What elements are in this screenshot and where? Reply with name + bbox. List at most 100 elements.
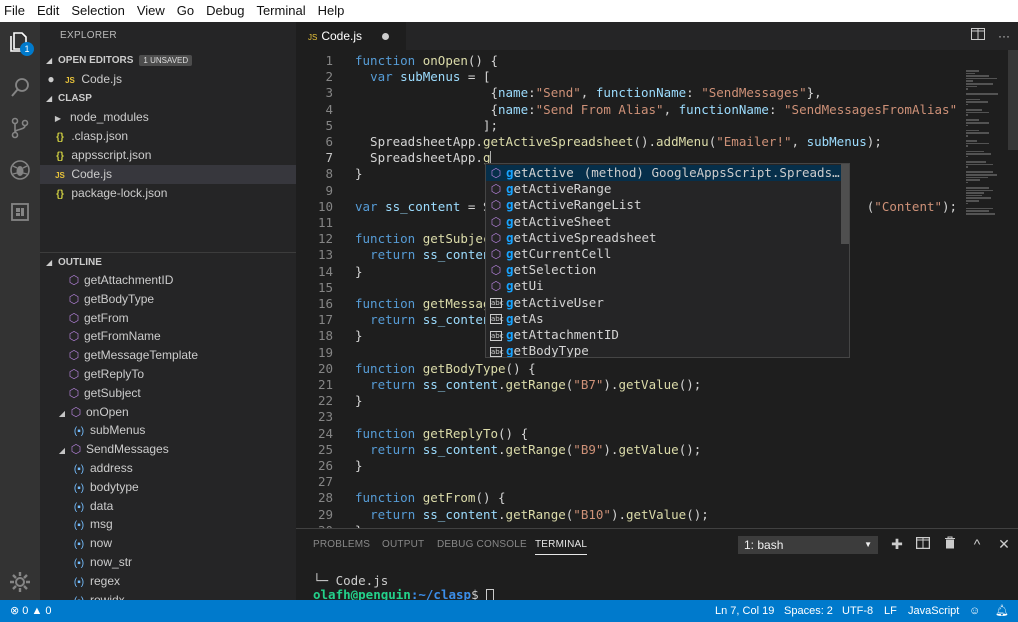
- outline-item[interactable]: (▪) bodytype: [40, 478, 296, 497]
- file-item-appsscript-json[interactable]: {} appsscript.json: [40, 146, 296, 165]
- outline-item-label: getReplyTo: [84, 367, 145, 381]
- suggestion-match: g: [506, 213, 514, 229]
- encoding-status[interactable]: UTF-8: [842, 600, 873, 622]
- suggestion-item[interactable]: ⬡ getActive (method) GoogleAppsScript.Spre…: [486, 165, 849, 182]
- code-text: SpreadsheetApp.getActiveSpreadsheet().ad…: [355, 134, 882, 149]
- suggest-widget[interactable]: ⬡ getActive (method) GoogleAppsScript.Spre…: [485, 163, 850, 358]
- tab-problems[interactable]: PROBLEMS: [313, 539, 370, 550]
- search-icon[interactable]: [0, 68, 40, 108]
- outline-item[interactable]: (▪) now_str: [40, 553, 296, 572]
- tab-terminal[interactable]: TERMINAL: [535, 539, 588, 555]
- extensions-icon[interactable]: [0, 192, 40, 232]
- outline-item[interactable]: ⬡ getReplyTo: [40, 365, 296, 384]
- menu-item-selection[interactable]: Selection: [65, 0, 130, 22]
- cursor-position[interactable]: Ln 7, Col 19: [715, 600, 774, 622]
- gear-icon[interactable]: [0, 562, 40, 602]
- suggestion-item[interactable]: ⬡ getActiveSpreadsheet: [486, 230, 849, 246]
- file-item-clasp-json[interactable]: {} .clasp.json: [40, 127, 296, 146]
- suggestion-item[interactable]: abc getAs: [486, 311, 849, 327]
- suggest-scrollbar[interactable]: [841, 164, 849, 244]
- tab-output[interactable]: OUTPUT: [382, 539, 424, 550]
- outline-item-label: data: [90, 498, 114, 513]
- suggestion-item[interactable]: abc getActiveUser: [486, 295, 849, 311]
- outline-item[interactable]: ⬡ getBodyType: [40, 290, 296, 309]
- method-cube-icon: ⬡: [68, 348, 80, 363]
- suggestion-item[interactable]: abc getBodyType: [486, 343, 849, 357]
- menu-item-help[interactable]: Help: [312, 0, 351, 22]
- outline-item[interactable]: ⬡ getMessageTemplate: [40, 346, 296, 365]
- outline-item[interactable]: ⬡ getFrom: [40, 309, 296, 328]
- status-bar: ⊗ 0 ▲ 0 Ln 7, Col 19 Spaces: 2 UTF-8 LF …: [0, 600, 1018, 622]
- outline-header[interactable]: ◢ OUTLINE: [40, 252, 296, 271]
- text-word-icon: abc: [490, 298, 504, 309]
- line-number: 14: [317, 263, 333, 279]
- maximize-panel-icon[interactable]: ^: [968, 535, 986, 553]
- file-item-package-lock-json[interactable]: {} package-lock.json: [40, 184, 296, 203]
- indentation-status[interactable]: Spaces: 2: [784, 600, 833, 622]
- minimap-line: [966, 83, 993, 85]
- source-control-icon[interactable]: [0, 108, 40, 148]
- outline-item[interactable]: ⬡ getFromName: [40, 327, 296, 346]
- outline-item[interactable]: ⬡ getAttachmentID: [40, 271, 296, 290]
- tab-debug-console[interactable]: DEBUG CONSOLE: [437, 539, 527, 550]
- unsaved-dot-icon[interactable]: [382, 33, 389, 40]
- file-item-code-js[interactable]: JS Code.js: [40, 165, 296, 184]
- trash-icon[interactable]: [941, 535, 959, 553]
- add-terminal-icon[interactable]: ✚: [888, 535, 906, 553]
- notifications-bell-icon[interactable]: 🔔︎: [995, 600, 1009, 622]
- eol-status[interactable]: LF: [884, 600, 897, 622]
- terminal-select[interactable]: 1: bash ▼: [738, 536, 878, 554]
- method-cube-icon: ⬡: [68, 291, 80, 306]
- suggestion-label: etActiveSpreadsheet: [513, 229, 657, 245]
- menu-item-file[interactable]: File: [0, 0, 31, 22]
- unsaved-dot-icon[interactable]: ●: [40, 70, 62, 89]
- line-number: 28: [317, 490, 333, 506]
- tab-code-js[interactable]: JS Code.js: [296, 22, 406, 50]
- outline-item[interactable]: (▪) now: [40, 534, 296, 553]
- menu-item-go[interactable]: Go: [171, 0, 200, 22]
- chevron-down-icon[interactable]: ◢: [56, 441, 68, 460]
- outline-item[interactable]: (▪) address: [40, 459, 296, 478]
- suggestion-item[interactable]: ⬡ getSelection: [486, 262, 849, 278]
- outline-item[interactable]: (▪) data: [40, 497, 296, 516]
- explorer-icon[interactable]: 1: [0, 22, 40, 62]
- chevron-down-icon[interactable]: ◢: [56, 404, 68, 423]
- outline-item[interactable]: (▪) msg: [40, 515, 296, 534]
- problems-status[interactable]: ⊗ 0 ▲ 0: [10, 600, 52, 622]
- folder-item-node-modules[interactable]: ▶ node_modules: [40, 108, 296, 127]
- outline-item[interactable]: ◢ ⬡ SendMessages: [40, 440, 296, 459]
- code-text: return ss_content.getRange("B7").getValu…: [370, 377, 702, 392]
- debug-icon[interactable]: [0, 150, 40, 190]
- minimap-line: [966, 124, 968, 127]
- project-folder-header[interactable]: ◢ CLASP: [40, 89, 296, 108]
- split-terminal-icon[interactable]: [914, 535, 932, 553]
- suggestion-item[interactable]: ⬡ getActiveRangeList: [486, 197, 849, 213]
- language-mode[interactable]: JavaScript: [908, 600, 959, 622]
- suggestion-label: etSelection: [513, 262, 597, 278]
- outline-item[interactable]: ⬡ getSubject: [40, 384, 296, 403]
- outline-item[interactable]: ◢ ⬡ onOpen: [40, 403, 296, 422]
- suggestion-match: g: [506, 262, 514, 278]
- open-editors-header[interactable]: ◢ OPEN EDITORS 1 UNSAVED: [40, 51, 296, 70]
- close-panel-icon[interactable]: ✕: [995, 535, 1013, 553]
- open-editor-item[interactable]: ● JS Code.js: [40, 70, 296, 89]
- outline-item[interactable]: (▪) regex: [40, 572, 296, 591]
- suggestion-item[interactable]: ⬡ getActiveRange: [486, 181, 849, 197]
- menu-item-terminal[interactable]: Terminal: [250, 0, 311, 22]
- feedback-smiley-icon[interactable]: ☺: [969, 600, 980, 622]
- variable-icon: (▪): [73, 464, 85, 475]
- terminal-line: └─ Code.js: [313, 573, 389, 588]
- minimap-line: [966, 150, 984, 153]
- outline-item[interactable]: (▪) subMenus: [40, 421, 296, 440]
- suggestion-item[interactable]: ⬡ getCurrentCell: [486, 246, 849, 262]
- suggestion-item[interactable]: ⬡ getUi: [486, 278, 849, 294]
- menu-item-debug[interactable]: Debug: [200, 0, 250, 22]
- variable-icon: (▪): [73, 501, 85, 513]
- menu-item-view[interactable]: View: [131, 0, 171, 22]
- suggestion-item[interactable]: abc getAttachmentID: [486, 327, 849, 343]
- editor-scrollbar[interactable]: [1008, 50, 1018, 150]
- split-editor-icon[interactable]: [970, 28, 986, 44]
- menu-item-edit[interactable]: Edit: [31, 0, 65, 22]
- more-actions-icon[interactable]: ···: [996, 28, 1012, 44]
- suggestion-item[interactable]: ⬡ getActiveSheet: [486, 214, 849, 230]
